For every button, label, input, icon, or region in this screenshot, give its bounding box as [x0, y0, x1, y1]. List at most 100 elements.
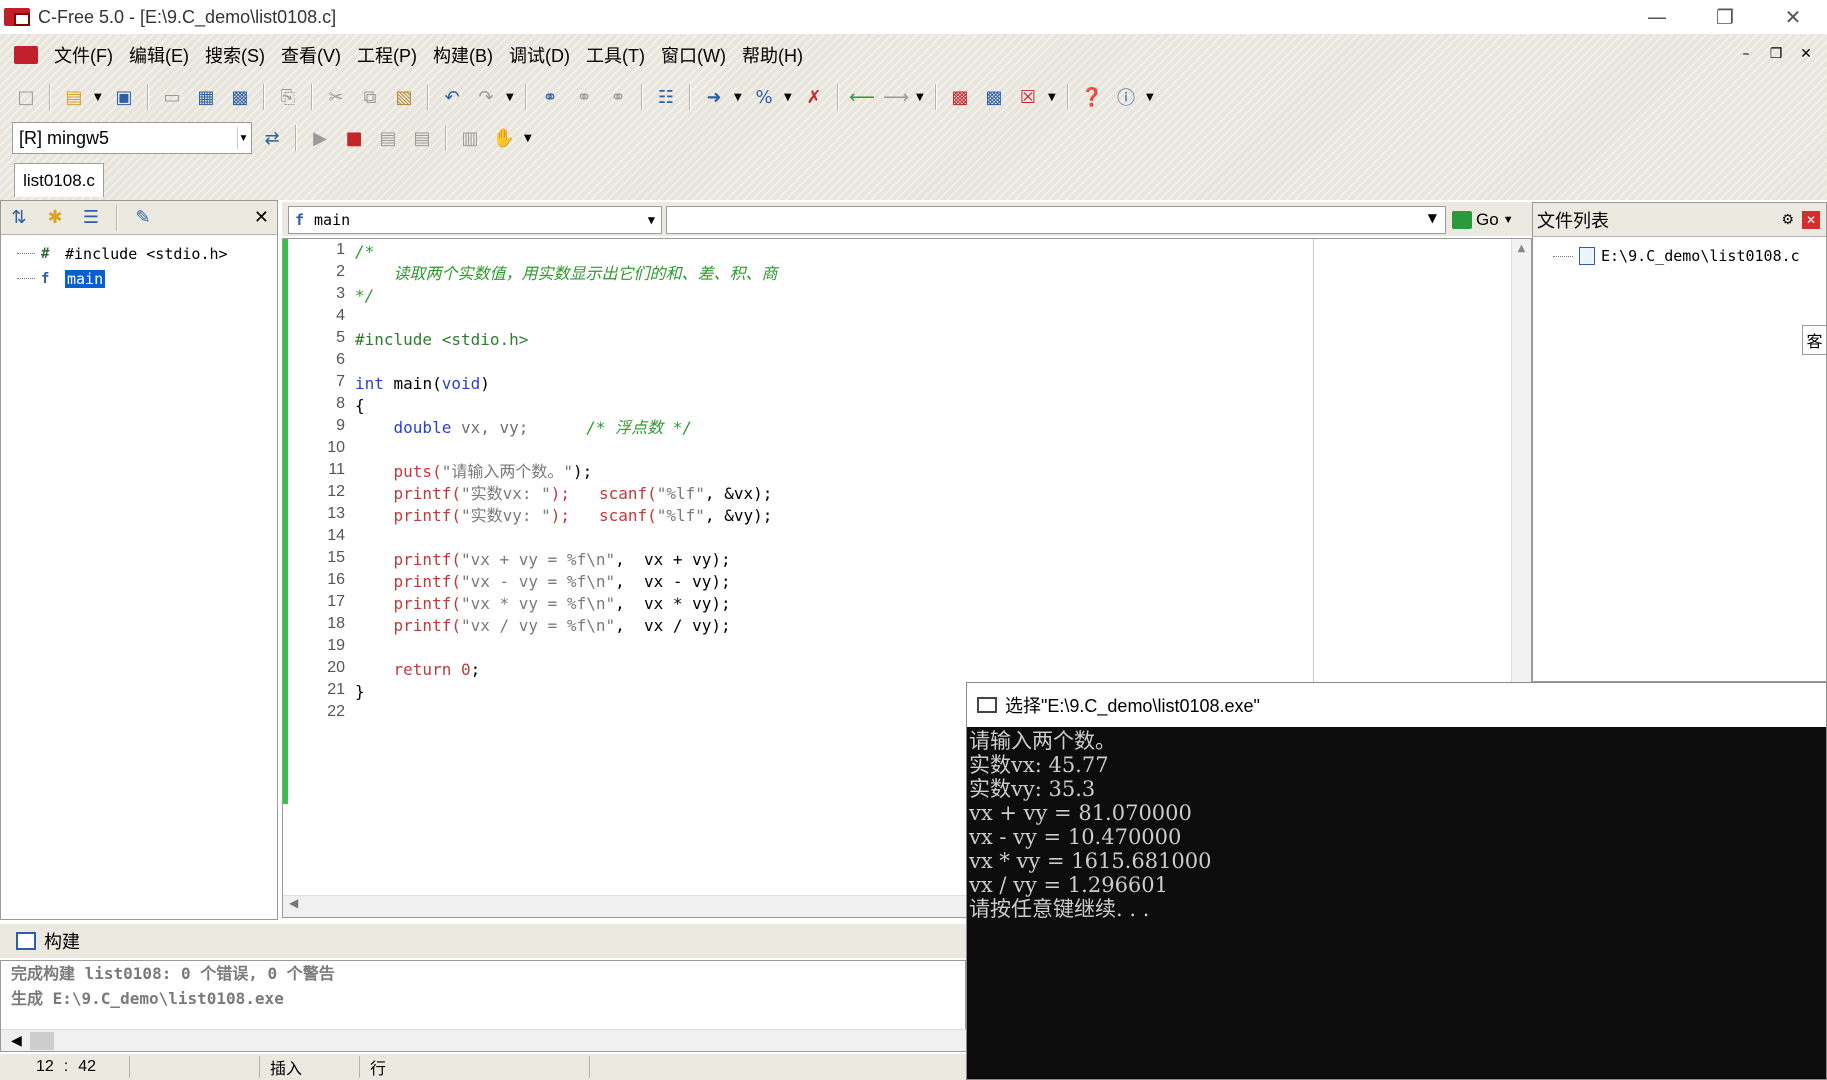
scroll-up-icon[interactable]: ▲ [1512, 243, 1531, 254]
scroll-left-icon[interactable]: ◀ [289, 896, 298, 910]
comment-dropdown-icon[interactable]: ▼ [784, 92, 794, 103]
redo-dropdown-icon[interactable]: ▼ [506, 92, 516, 103]
open-folder-icon[interactable]: ▤ [60, 83, 88, 111]
build-icon[interactable]: ▤ [408, 124, 436, 152]
code-token: , vx * vy); [615, 594, 731, 613]
uncomment-icon[interactable]: ✗ [800, 83, 828, 111]
chevron-down-icon[interactable]: ▼ [1428, 211, 1437, 225]
close-icon[interactable]: ✕ [1802, 210, 1820, 229]
mdi-close-button[interactable]: ✕ [1795, 44, 1817, 64]
minimize-button[interactable]: — [1623, 0, 1691, 34]
code-token: /* 浮点数 */ [528, 418, 692, 437]
line-number-gutter: 1 2 3 4 5 6 7 8 9 10 11 12 13 14 15 16 17 18 19 20 21 22 [289, 239, 351, 879]
cut-icon[interactable]: ✂ [322, 83, 350, 111]
stop-icon[interactable]: ■ [340, 124, 368, 152]
info-icon[interactable]: ⓘ [1112, 83, 1140, 111]
find-in-files-icon[interactable]: ☷ [652, 83, 680, 111]
redo-icon[interactable]: ↷ [472, 83, 500, 111]
save-icon[interactable]: ▦ [192, 83, 220, 111]
pin-icon[interactable]: ⚙ [1781, 211, 1794, 228]
bookmark-clear-icon[interactable]: ☒ [1014, 83, 1042, 111]
mdi-restore-button[interactable]: ❐ [1765, 44, 1787, 64]
undo-icon[interactable]: ↶ [438, 83, 466, 111]
scroll-left-icon[interactable]: ◀ [11, 1033, 22, 1049]
tree-line [1553, 255, 1573, 257]
hand-icon[interactable]: ✋ [490, 124, 518, 152]
back-arrow-icon[interactable]: ⟵ [848, 83, 876, 111]
function-select[interactable]: f main ▼ [288, 206, 662, 234]
function-select-value: main [314, 211, 351, 229]
run-icon[interactable]: ▶ [306, 124, 334, 152]
filter-icon[interactable]: ✱ [41, 204, 69, 232]
menu-edit[interactable]: 编辑(E) [129, 42, 189, 68]
find-next-icon[interactable]: ⚭ [570, 83, 598, 111]
code-text[interactable]: /* 读取两个实数值，用实数显示出它们的和、差、积、商 */ #include … [355, 239, 778, 701]
find-prev-icon[interactable]: ⚭ [604, 83, 632, 111]
tab-list0108[interactable]: list0108.c [14, 163, 104, 197]
navigate-dropdown-icon[interactable]: ▼ [916, 92, 926, 103]
tree-item-label: main [65, 269, 106, 288]
console-window[interactable]: 选择"E:\9.C_demo\list0108.exe" 请输入两个数。 实数v… [966, 682, 1827, 1080]
print-icon[interactable]: ⎘ [274, 83, 302, 111]
tree-view-icon[interactable]: ☰ [77, 204, 105, 232]
code-line: return 0; [355, 657, 481, 682]
file-list-item[interactable]: E:\9.C_demo\list0108.c [1553, 247, 1800, 265]
tree-item-main[interactable]: f main [17, 266, 277, 291]
find-icon[interactable]: ⚭ [536, 83, 564, 111]
open-dropdown-icon[interactable]: ▼ [94, 92, 104, 103]
build-output-title: 构建 [44, 932, 80, 952]
code-token: 0 [451, 660, 471, 679]
forward-arrow-icon[interactable]: ⟶ [882, 83, 910, 111]
settings-list-icon[interactable]: ✎ [129, 204, 157, 232]
help-dropdown-icon[interactable]: ▼ [1146, 92, 1156, 103]
close-icon[interactable]: ✕ [254, 207, 269, 228]
menu-build[interactable]: 构建(B) [433, 42, 493, 68]
indent-icon[interactable]: ➜ [700, 83, 728, 111]
indent-dropdown-icon[interactable]: ▼ [734, 92, 744, 103]
menu-app-icon[interactable] [14, 46, 38, 64]
toolbar-separator [147, 84, 149, 110]
copy-icon[interactable]: ⧉ [356, 83, 384, 111]
build-horizontal-scrollbar[interactable]: ◀ [1, 1029, 967, 1051]
menu-tools[interactable]: 工具(T) [586, 42, 645, 68]
open-project-icon[interactable]: ▣ [110, 83, 138, 111]
tree-item-include[interactable]: # #include <stdio.h> [17, 241, 277, 266]
chevron-down-icon[interactable]: ▼ [648, 213, 655, 227]
paste-icon[interactable]: ▧ [390, 83, 418, 111]
restore-button[interactable]: ❐ [1691, 0, 1759, 34]
go-button[interactable]: Go ▼ [1452, 206, 1532, 234]
console-output: 请输入两个数。 实数vx: 45.77 实数vy: 35.3 vx + vy =… [967, 727, 1826, 921]
menu-debug[interactable]: 调试(D) [509, 42, 570, 68]
compiler-select-value: [R] mingw5 [19, 127, 110, 148]
compiler-select[interactable]: [R] mingw5 ▼ [12, 122, 252, 154]
bookmark-dropdown-icon[interactable]: ▼ [1048, 92, 1058, 103]
scrollbar-thumb[interactable] [29, 1031, 54, 1050]
chevron-down-icon[interactable]: ▼ [1503, 214, 1514, 226]
new-file-icon[interactable]: □ [12, 83, 40, 111]
menu-help[interactable]: 帮助(H) [742, 42, 803, 68]
close-button[interactable]: ✕ [1759, 0, 1827, 34]
menu-view[interactable]: 查看(V) [281, 42, 341, 68]
symbol-select[interactable]: ▼ [666, 206, 1446, 234]
compiler-switch-icon[interactable]: ⇄ [258, 124, 286, 152]
menu-file[interactable]: 文件(F) [54, 42, 113, 68]
menu-window[interactable]: 窗口(W) [661, 42, 726, 68]
menu-search[interactable]: 搜索(S) [205, 42, 265, 68]
menu-project[interactable]: 工程(P) [357, 42, 417, 68]
code-line: printf("实数vy: "); scanf("%lf", &vy); [355, 503, 773, 528]
rebuild-icon[interactable]: ▥ [456, 124, 484, 152]
build-dropdown-icon[interactable]: ▼ [524, 133, 534, 144]
comment-icon[interactable]: % [750, 83, 778, 111]
bookmark-toggle-icon[interactable]: ▩ [946, 83, 974, 111]
close-file-icon[interactable]: ▭ [158, 83, 186, 111]
mdi-minimize-button[interactable]: – [1735, 44, 1757, 64]
compile-icon[interactable]: ▤ [374, 124, 402, 152]
bookmark-next-icon[interactable]: ▩ [980, 83, 1008, 111]
chevron-down-icon[interactable]: ▼ [237, 127, 249, 149]
build-toolbar: [R] mingw5 ▼ ⇄ ▶ ■ ▤ ▤ ▥ ✋ ▼ [12, 120, 534, 156]
code-line: } [355, 682, 365, 701]
side-dock-tab[interactable]: 客 [1802, 325, 1827, 355]
sort-az-icon[interactable]: ⇅ [5, 204, 33, 232]
save-all-icon[interactable]: ▩ [226, 83, 254, 111]
help-icon[interactable]: ❓ [1078, 83, 1106, 111]
